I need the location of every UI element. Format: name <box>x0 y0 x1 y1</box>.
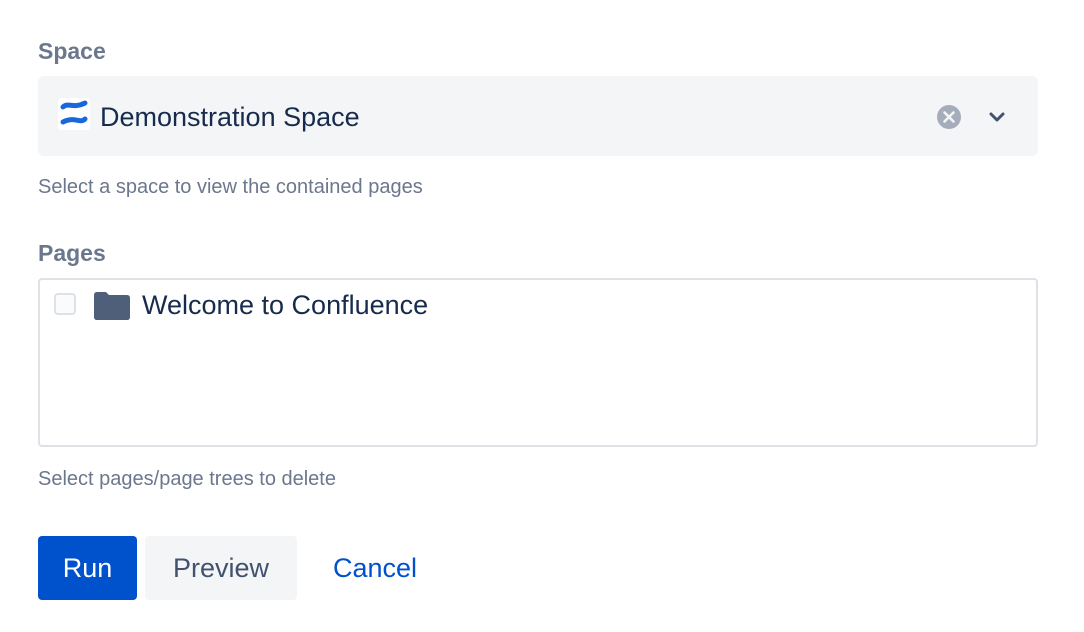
space-label: Space <box>38 38 106 64</box>
space-select[interactable]: Demonstration Space <box>38 76 1038 156</box>
clear-icon[interactable] <box>936 104 962 130</box>
run-button[interactable]: Run <box>38 536 137 600</box>
confluence-logo-icon <box>58 98 90 130</box>
preview-button[interactable]: Preview <box>145 536 297 600</box>
pages-helper-text: Select pages/page trees to delete <box>38 468 336 490</box>
folder-icon <box>94 292 130 320</box>
cancel-button[interactable]: Cancel <box>311 536 439 600</box>
space-select-value: Demonstration Space <box>100 102 360 132</box>
chevron-down-icon[interactable] <box>984 104 1010 130</box>
pages-label: Pages <box>38 240 106 266</box>
page-checkbox[interactable] <box>54 293 76 315</box>
space-helper-text: Select a space to view the contained pag… <box>38 176 423 198</box>
tree-item-label[interactable]: Welcome to Confluence <box>142 290 428 321</box>
pages-tree: Welcome to Confluence <box>38 278 1038 447</box>
